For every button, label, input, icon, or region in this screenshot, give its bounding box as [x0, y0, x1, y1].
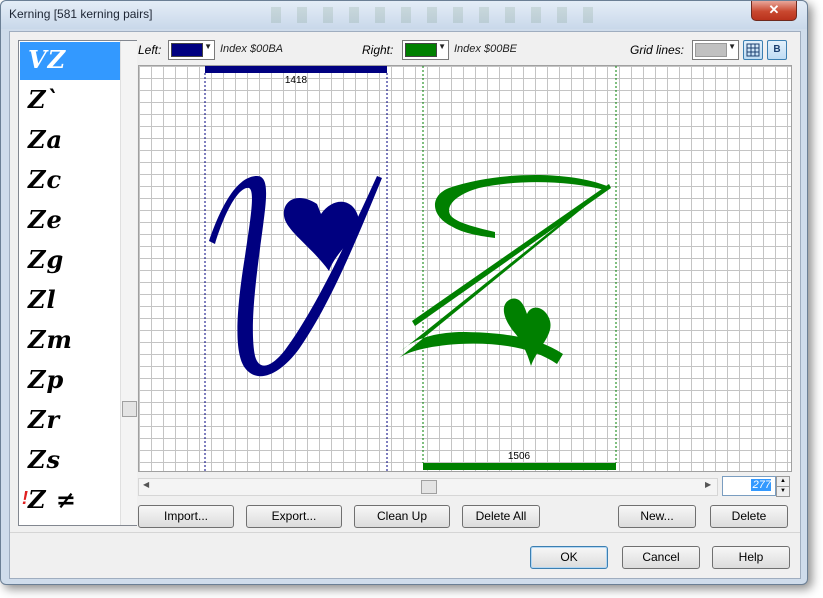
grid-toggle-button[interactable]	[743, 40, 763, 60]
cleanup-button[interactable]: Clean Up	[354, 505, 450, 528]
window-title: Kerning [581 kerning pairs]	[9, 7, 153, 21]
left-color-swatch	[171, 43, 203, 57]
kerning-pair-item[interactable]: VZ	[20, 42, 120, 80]
canvas-scroll-thumb[interactable]	[421, 480, 437, 494]
kerning-pair-item[interactable]: Zp	[20, 362, 120, 400]
left-color-dropdown[interactable]: ▼	[168, 40, 215, 60]
kerning-dialog: Kerning [581 kerning pairs] ✕ VZ Z` Za Zc Ze…	[0, 0, 808, 585]
kerning-pair-glyphs: VZ	[28, 45, 67, 74]
dialog-footer: OK Cancel Help	[10, 533, 800, 578]
chevron-down-icon: ▼	[438, 42, 446, 51]
glyph-preview: 1418 1506	[204, 66, 617, 471]
kerning-pairs-list[interactable]: VZ Z` Za Zc Ze Zg Zl Zm Zp Zr Zs ! Z ≠	[18, 40, 137, 526]
chevron-down-icon: ▼	[728, 42, 736, 51]
grid-icon	[746, 43, 760, 57]
left-glyph-v	[209, 176, 382, 377]
left-advance-bar	[205, 66, 387, 73]
import-button[interactable]: Import...	[138, 505, 234, 528]
right-glyph-index: Index $00BE	[454, 43, 517, 55]
kerning-pair-glyphs: Zp	[28, 365, 65, 394]
cancel-button[interactable]: Cancel	[622, 546, 700, 569]
kerning-value-spinner[interactable]: 277	[722, 476, 776, 496]
kerning-pair-glyphs: Zg	[28, 245, 65, 274]
kerning-pair-item[interactable]: Ze	[20, 202, 120, 240]
right-color-label: Right:	[362, 43, 394, 57]
kerning-pair-item[interactable]: Zl	[20, 282, 120, 320]
delete-button[interactable]: Delete	[710, 505, 788, 528]
left-color-label: Left:	[138, 43, 162, 57]
grid-color-swatch	[695, 43, 727, 57]
bounds-toggle-button[interactable]: B	[767, 40, 787, 60]
kerning-pair-item[interactable]: Zs	[20, 442, 120, 480]
new-button[interactable]: New...	[618, 505, 696, 528]
spin-down-icon[interactable]: ▼	[776, 486, 790, 497]
kerning-pair-glyphs: Zr	[28, 405, 61, 434]
kerning-pair-glyphs: Zl	[28, 285, 57, 314]
grid-lines-label: Grid lines:	[630, 43, 685, 57]
left-glyph-index: Index $00BA	[220, 43, 283, 55]
scroll-right-icon[interactable]: ▶	[705, 480, 711, 489]
right-color-swatch	[405, 43, 437, 57]
right-advance-bar	[423, 463, 616, 470]
list-scroll-thumb[interactable]	[122, 401, 137, 417]
close-button[interactable]: ✕	[751, 1, 797, 21]
list-vertical-scrollbar[interactable]	[120, 41, 137, 525]
grid-color-dropdown[interactable]: ▼	[692, 40, 739, 60]
right-color-dropdown[interactable]: ▼	[402, 40, 449, 60]
kerning-pair-glyphs: Z`	[28, 85, 60, 114]
help-button[interactable]: Help	[712, 546, 790, 569]
background-toolbar-ghost	[271, 7, 601, 23]
scroll-left-icon[interactable]: ◀	[143, 480, 149, 489]
chevron-down-icon: ▼	[204, 42, 212, 51]
kerning-pair-item[interactable]: Zc	[20, 162, 120, 200]
kerning-pair-glyphs: Ze	[28, 205, 63, 234]
left-width-label: 1418	[285, 75, 308, 86]
delete-all-button[interactable]: Delete All	[462, 505, 540, 528]
kerning-pair-glyphs: Za	[28, 125, 64, 154]
title-bar[interactable]: Kerning [581 kerning pairs] ✕	[1, 1, 807, 29]
dialog-client-area: VZ Z` Za Zc Ze Zg Zl Zm Zp Zr Zs ! Z ≠ Left: ▼ Index…	[9, 31, 801, 579]
kerning-pair-glyphs: Z ≠	[28, 485, 77, 514]
kerning-pair-glyphs: Zc	[28, 165, 63, 194]
kerning-pair-item[interactable]: Zm	[20, 322, 120, 360]
right-glyph-z	[399, 174, 611, 366]
kerning-pair-item[interactable]: ! Z ≠	[20, 482, 120, 520]
kerning-value-input[interactable]: 277	[751, 479, 771, 491]
kerning-pair-glyphs: Zm	[28, 325, 73, 354]
kerning-preview-canvas[interactable]: 1418 1506	[138, 65, 792, 472]
kerning-pair-glyphs: Zs	[28, 445, 62, 474]
kerning-pair-item[interactable]: Zg	[20, 242, 120, 280]
kerning-pair-item[interactable]: Zr	[20, 402, 120, 440]
kerning-pair-item[interactable]: Z`	[20, 82, 120, 120]
right-width-label: 1506	[508, 451, 531, 462]
canvas-horizontal-scrollbar[interactable]: ◀ ▶	[138, 478, 718, 496]
kerning-pair-item[interactable]: Za	[20, 122, 120, 160]
ok-button[interactable]: OK	[530, 546, 608, 569]
export-button[interactable]: Export...	[246, 505, 342, 528]
